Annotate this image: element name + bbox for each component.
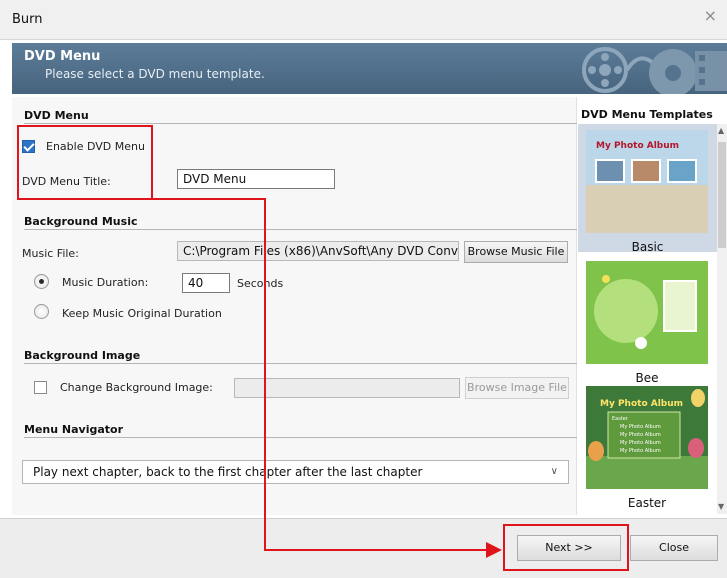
background-image-path-input[interactable] bbox=[234, 378, 460, 398]
annotation-box-settings bbox=[17, 125, 153, 200]
section-divider bbox=[24, 437, 577, 438]
annotation-arrow-line bbox=[152, 198, 266, 200]
easter-thumb-line: My Photo Album bbox=[620, 448, 661, 454]
easter-thumb-line: My Photo Album bbox=[620, 432, 661, 438]
header-banner: DVD Menu Please select a DVD menu templa… bbox=[12, 43, 727, 94]
template-label-bee: Bee bbox=[635, 371, 659, 385]
annotation-arrow-line bbox=[264, 199, 266, 551]
section-divider bbox=[24, 363, 577, 364]
scroll-down-icon[interactable]: ▼ bbox=[718, 502, 724, 511]
template-item-basic[interactable]: My Photo Album Basic bbox=[578, 124, 717, 254]
scroll-up-icon[interactable]: ▲ bbox=[718, 126, 724, 135]
banner-title: DVD Menu bbox=[24, 49, 101, 64]
easter-thumb-title: My Photo Album bbox=[600, 399, 683, 409]
keep-original-duration-radio[interactable] bbox=[34, 304, 49, 319]
section-divider bbox=[24, 229, 577, 230]
background-music-header: Background Music bbox=[24, 215, 138, 228]
background-image-header: Background Image bbox=[24, 349, 141, 362]
keep-original-duration-label: Keep Music Original Duration bbox=[62, 307, 222, 320]
music-duration-input[interactable]: 40 bbox=[182, 273, 230, 293]
music-duration-label: Music Duration: bbox=[62, 276, 149, 289]
section-divider bbox=[24, 123, 577, 124]
templates-scrollbar[interactable]: ▲ ▼ bbox=[717, 124, 727, 514]
close-button[interactable]: Close bbox=[630, 535, 718, 561]
scrollbar-thumb[interactable] bbox=[718, 142, 726, 248]
chevron-down-icon: ∨ bbox=[550, 466, 558, 477]
basic-thumb-title: My Photo Album bbox=[596, 141, 679, 151]
banner-subtitle: Please select a DVD menu template. bbox=[45, 67, 265, 81]
music-duration-radio[interactable] bbox=[34, 274, 49, 289]
easter-thumb-line: Easter bbox=[612, 416, 629, 422]
film-reel-icon bbox=[582, 47, 727, 94]
dvd-menu-title-input[interactable]: DVD Menu bbox=[177, 169, 335, 189]
annotation-box-next bbox=[503, 524, 629, 571]
template-item-easter[interactable]: My Photo Album Easter My Photo Album My … bbox=[586, 386, 708, 510]
template-label-easter: Easter bbox=[627, 496, 667, 510]
change-background-image-label: Change Background Image: bbox=[60, 381, 213, 394]
change-background-image-checkbox[interactable] bbox=[34, 381, 47, 394]
templates-title: DVD Menu Templates bbox=[581, 108, 713, 121]
annotation-arrowhead-icon bbox=[486, 542, 502, 558]
annotation-arrow-line bbox=[264, 549, 490, 551]
browse-image-file-button[interactable]: Browse Image File bbox=[465, 377, 569, 399]
dvd-menu-header: DVD Menu bbox=[24, 109, 89, 122]
music-file-input[interactable]: C:\Program Files (x86)\AnvSoft\Any DVD C… bbox=[177, 241, 459, 261]
menu-navigator-dropdown[interactable]: Play next chapter, back to the first cha… bbox=[22, 460, 569, 484]
easter-thumb-line: My Photo Album bbox=[620, 440, 661, 446]
seconds-label: Seconds bbox=[237, 277, 284, 290]
bee-thumbnail-image bbox=[586, 261, 708, 364]
window-title: Burn bbox=[12, 12, 43, 27]
title-bar: Burn × bbox=[0, 0, 727, 40]
close-icon[interactable]: × bbox=[704, 6, 717, 25]
menu-navigator-header: Menu Navigator bbox=[24, 423, 124, 436]
easter-thumb-line: My Photo Album bbox=[620, 424, 661, 430]
easter-thumbnail-image: My Photo Album Easter My Photo Album My … bbox=[586, 386, 708, 489]
menu-navigator-selected: Play next chapter, back to the first cha… bbox=[33, 465, 423, 479]
template-item-bee[interactable]: Bee bbox=[586, 261, 708, 385]
basic-thumbnail-image: My Photo Album bbox=[586, 130, 708, 233]
templates-list[interactable]: My Photo Album Basic Bee My Photo Album … bbox=[578, 124, 717, 514]
browse-music-file-button[interactable]: Browse Music File bbox=[464, 241, 568, 263]
template-label-basic: Basic bbox=[631, 240, 664, 254]
music-file-label: Music File: bbox=[22, 247, 79, 260]
